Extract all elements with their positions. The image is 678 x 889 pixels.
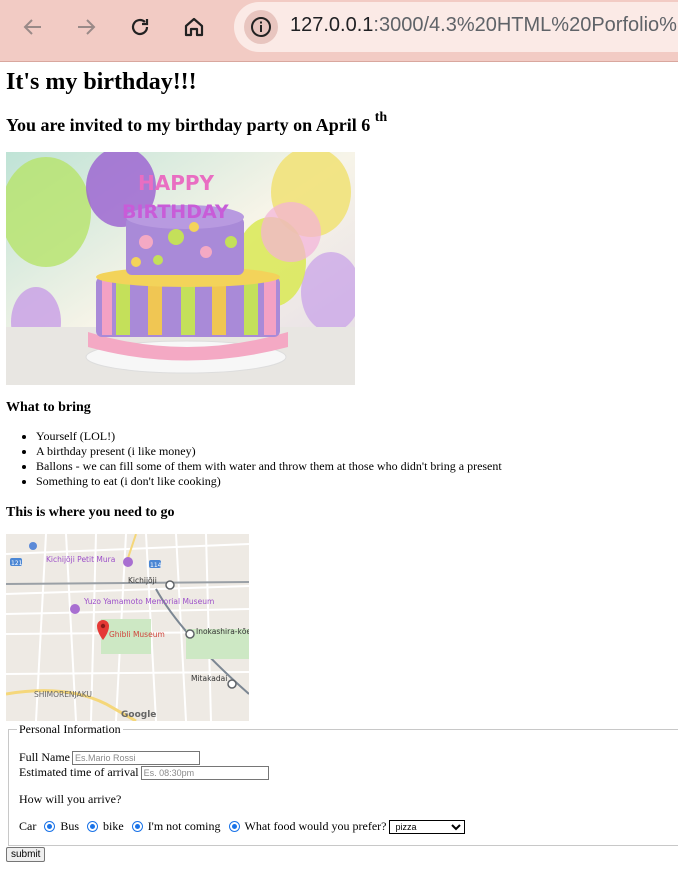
- site-info-icon[interactable]: [244, 10, 278, 44]
- url-text: 127.0.0.1:3000/4.3%20HTML%20Porfolio%: [290, 14, 677, 37]
- submit-button[interactable]: submit: [6, 847, 46, 862]
- list-item: A birthday present (i like money): [36, 444, 502, 459]
- map-label: Yuzo Yamamoto Memorial Museum: [83, 597, 214, 606]
- invite-text: You are invited to my birthday party on …: [6, 115, 371, 135]
- radio-food[interactable]: [228, 821, 240, 832]
- reload-icon[interactable]: [121, 8, 159, 46]
- home-icon[interactable]: [175, 8, 213, 46]
- full-name-input[interactable]: [72, 750, 200, 765]
- full-name-label: Full Name: [19, 750, 70, 764]
- list-item: Something to eat (i don't like cooking): [36, 474, 502, 489]
- map-image[interactable]: 121 114 Kichijōji Petit Mura Kichijōji Y…: [6, 534, 249, 721]
- invite-sup: th: [374, 110, 388, 125]
- personal-info-fieldset: Personal Information Full Name Estimated…: [8, 722, 678, 846]
- map-label: Kichijōji Petit Mura: [46, 555, 115, 564]
- map-label: Ghibli Museum: [109, 630, 165, 639]
- arrival-label: Estimated time of arrival: [19, 765, 139, 779]
- birthday-cake-image: HAPPY BIRTHDAY: [6, 152, 355, 385]
- option-bus-label: Bus: [60, 819, 80, 833]
- invite-heading: You are invited to my birthday party on …: [6, 110, 388, 136]
- forward-icon[interactable]: [67, 8, 105, 46]
- option-car-label: Car: [19, 819, 37, 833]
- fieldset-legend: Personal Information: [19, 722, 121, 736]
- map-label: 114: [150, 562, 162, 569]
- map-label: Kichijōji: [128, 576, 157, 585]
- full-name-row: Full Name: [19, 750, 200, 765]
- arrive-question: How will you arrive?: [19, 792, 122, 806]
- food-select[interactable]: pizza: [389, 819, 466, 834]
- arrival-row: Estimated time of arrival: [19, 765, 269, 780]
- map-label: Mitakadai: [191, 674, 227, 683]
- map-label: 121: [11, 560, 23, 567]
- candle-text-birthday: BIRTHDAY: [122, 201, 229, 223]
- radio-bus[interactable]: [44, 821, 56, 832]
- option-bike-label: bike: [103, 819, 124, 833]
- map-label: SHIMORENJAKU: [34, 690, 92, 699]
- map-label: Inokashira-kōen: [196, 627, 249, 636]
- list-item: Ballons - we can fill some of them with …: [36, 459, 502, 474]
- food-label: What food would you prefer?: [244, 819, 387, 833]
- bring-list: Yourself (LOL!) A birthday present (i li…: [6, 429, 502, 489]
- url-path: :3000/4.3%20HTML%20Porfolio%: [373, 14, 677, 36]
- page-title: It's my birthday!!!: [6, 69, 197, 95]
- back-icon[interactable]: [14, 8, 52, 46]
- browser-toolbar: 127.0.0.1:3000/4.3%20HTML%20Porfolio%: [0, 0, 678, 62]
- radio-bike[interactable]: [87, 821, 99, 832]
- bring-heading: What to bring: [6, 400, 91, 415]
- transport-row: Car Bus bike I'm not coming What food wo…: [19, 819, 466, 834]
- google-logo: Google: [121, 710, 156, 720]
- option-not-coming-label: I'm not coming: [147, 819, 221, 833]
- list-item: Yourself (LOL!): [36, 429, 502, 444]
- where-heading: This is where you need to go: [6, 505, 175, 520]
- url-host: 127.0.0.1: [290, 14, 374, 36]
- candle-text-happy: HAPPY: [138, 171, 215, 195]
- radio-not-coming[interactable]: [131, 821, 143, 832]
- arrival-input[interactable]: [140, 765, 269, 780]
